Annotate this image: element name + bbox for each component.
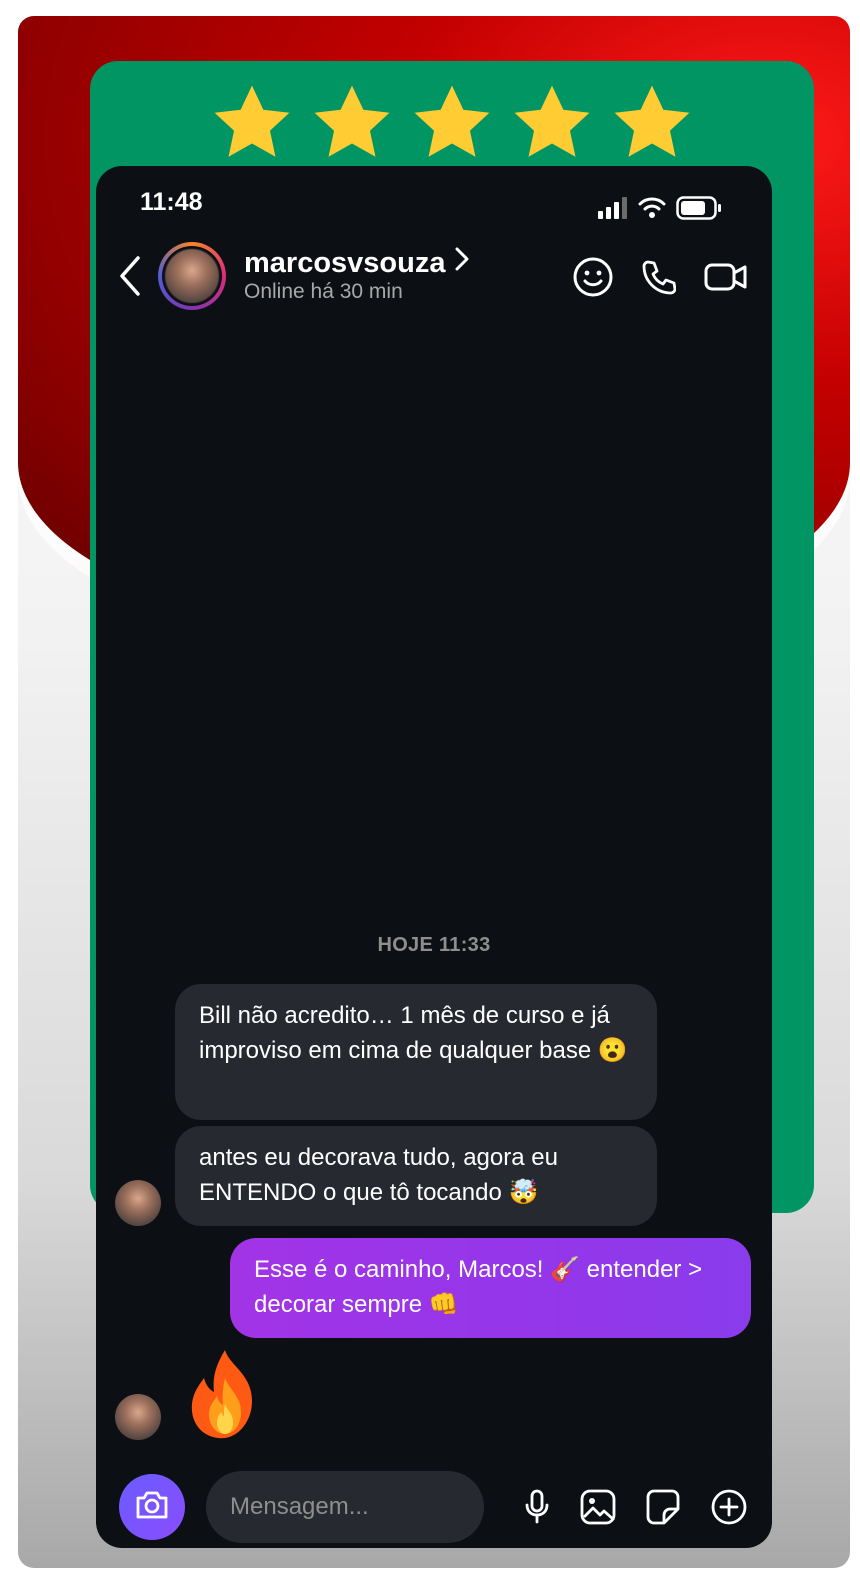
- image-gallery-icon[interactable]: [580, 1489, 616, 1530]
- back-chevron-icon[interactable]: [116, 254, 146, 298]
- microphone-icon[interactable]: [524, 1489, 550, 1530]
- status-icons: [598, 196, 722, 225]
- phone-call-icon[interactable]: [642, 259, 677, 300]
- star-icon: [308, 79, 396, 167]
- fire-emoji-message[interactable]: [182, 1348, 268, 1440]
- message-bubble-incoming[interactable]: Bill não acredito… 1 mês de curso e já i…: [175, 984, 657, 1120]
- star-icon: [208, 79, 296, 167]
- signal-icon: [598, 197, 628, 224]
- status-time: 11:48: [140, 188, 203, 216]
- chat-username[interactable]: marcosvsouza: [244, 246, 470, 280]
- video-call-icon[interactable]: [704, 262, 748, 297]
- composer-actions: [524, 1488, 748, 1531]
- username-label: marcosvsouza: [244, 246, 446, 279]
- camera-button[interactable]: [119, 1474, 185, 1540]
- sender-avatar[interactable]: [115, 1180, 161, 1226]
- star-rating: [90, 79, 814, 169]
- star-icon: [608, 79, 696, 167]
- add-circle-icon[interactable]: [710, 1488, 748, 1531]
- header-actions: [572, 256, 748, 303]
- avatar-photo: [165, 249, 219, 303]
- date-separator: HOJE 11:33: [377, 934, 491, 956]
- composer-bar: [96, 1466, 772, 1548]
- sticker-icon[interactable]: [646, 1489, 680, 1530]
- camera-icon: [134, 1490, 170, 1525]
- wifi-icon: [638, 197, 666, 224]
- chevron-right-icon: [454, 246, 470, 280]
- star-icon: [508, 79, 596, 167]
- phone-screen: 11:48 marcosvsouza Online há 30 min HOJE…: [96, 166, 772, 1548]
- message-bubble-outgoing[interactable]: Esse é o caminho, Marcos! 🎸 entender > d…: [230, 1238, 751, 1338]
- message-input[interactable]: [206, 1471, 484, 1543]
- star-icon: [408, 79, 496, 167]
- avatar[interactable]: [158, 242, 226, 310]
- smiley-icon[interactable]: [572, 256, 614, 303]
- chat-header: marcosvsouza Online há 30 min: [96, 238, 772, 318]
- online-status: Online há 30 min: [244, 280, 403, 303]
- message-bubble-incoming[interactable]: antes eu decorava tudo, agora eu ENTENDO…: [175, 1126, 657, 1226]
- battery-icon: [676, 196, 722, 225]
- sender-avatar[interactable]: [115, 1394, 161, 1440]
